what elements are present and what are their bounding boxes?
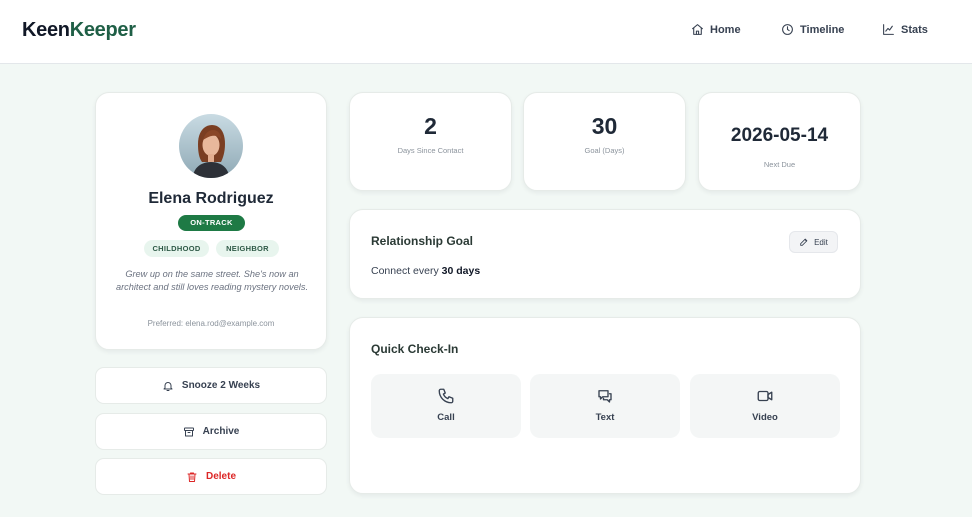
clock-icon: [782, 24, 793, 35]
phone-icon: [438, 388, 454, 404]
avatar: [179, 114, 243, 178]
checkin-call-button[interactable]: Call: [371, 374, 521, 438]
tag-neighbor: NEIGHBOR: [216, 240, 279, 257]
section-title: Quick Check-In: [371, 342, 459, 356]
snooze-button[interactable]: Snooze 2 Weeks: [95, 367, 327, 404]
avatar-portrait: [179, 114, 243, 178]
trash-icon: [187, 472, 197, 482]
stat-label: Next Due: [763, 160, 796, 169]
message-icon: [598, 390, 612, 403]
delete-button[interactable]: Delete: [95, 458, 327, 495]
edit-goal-button[interactable]: Edit: [789, 231, 838, 253]
stat-label: Days Since Contact: [397, 146, 464, 155]
status-badge: ON-TRACK: [178, 215, 245, 231]
goal-description: Connect every 30 days: [371, 265, 480, 277]
contact-name: Elena Rodriguez: [148, 190, 274, 207]
stat-days-since-contact: 2 Days Since Contact: [349, 92, 512, 191]
checkin-label: Video: [752, 412, 778, 423]
goal-interval: 30 days: [441, 265, 481, 277]
video-icon: [757, 390, 773, 402]
logo-part-keeper: Keeper: [69, 19, 136, 41]
bell-icon: [163, 381, 173, 391]
goal-prefix: Connect every: [371, 265, 442, 277]
stat-value: 30: [591, 113, 618, 139]
stat-goal-days: 30 Goal (Days): [523, 92, 686, 191]
nav-stats[interactable]: Stats: [882, 23, 928, 36]
nav-home[interactable]: Home: [691, 23, 741, 36]
tag-childhood: CHILDHOOD: [144, 240, 209, 257]
edit-label: Edit: [814, 237, 828, 247]
home-icon: [692, 24, 703, 35]
stat-next-due: 2026-05-14 Next Due: [698, 92, 861, 191]
logo-part-keen: Keen: [22, 19, 70, 41]
checkin-label: Call: [437, 412, 455, 423]
top-navbar: KeenKeeper Home Timeline Stats: [0, 0, 972, 64]
chart-line-icon: [883, 24, 894, 35]
stat-label: Goal (Days): [584, 146, 625, 155]
relationship-goal-card: Relationship Goal Edit Connect every 30 …: [349, 209, 861, 299]
nav-home-label: Home: [710, 23, 741, 36]
stat-value: 2026-05-14: [730, 125, 829, 146]
section-title: Relationship Goal: [371, 234, 474, 248]
stat-value: 2: [424, 113, 437, 139]
snooze-label: Snooze 2 Weeks: [181, 380, 261, 391]
checkin-label: Text: [595, 412, 615, 423]
nav-stats-label: Stats: [901, 23, 928, 36]
archive-button[interactable]: Archive: [95, 413, 327, 450]
archive-icon: [183, 427, 194, 436]
contact-bio: Grew up on the same street. She's now an…: [116, 269, 308, 292]
quick-checkin-card: Quick Check-In Call Text Video: [349, 317, 861, 494]
checkin-text-button[interactable]: Text: [530, 374, 680, 438]
delete-label: Delete: [205, 471, 236, 482]
edit-icon: [800, 238, 808, 246]
checkin-video-button[interactable]: Video: [690, 374, 840, 438]
nav-timeline-label: Timeline: [800, 23, 845, 36]
nav-timeline[interactable]: Timeline: [781, 23, 844, 36]
app-logo[interactable]: KeenKeeper: [22, 19, 136, 42]
profile-card: Elena Rodriguez ON-TRACK CHILDHOOD NEIGH…: [95, 92, 327, 350]
archive-label: Archive: [202, 426, 240, 437]
preferred-contact: Preferred: elena.rod@example.com: [147, 319, 275, 328]
